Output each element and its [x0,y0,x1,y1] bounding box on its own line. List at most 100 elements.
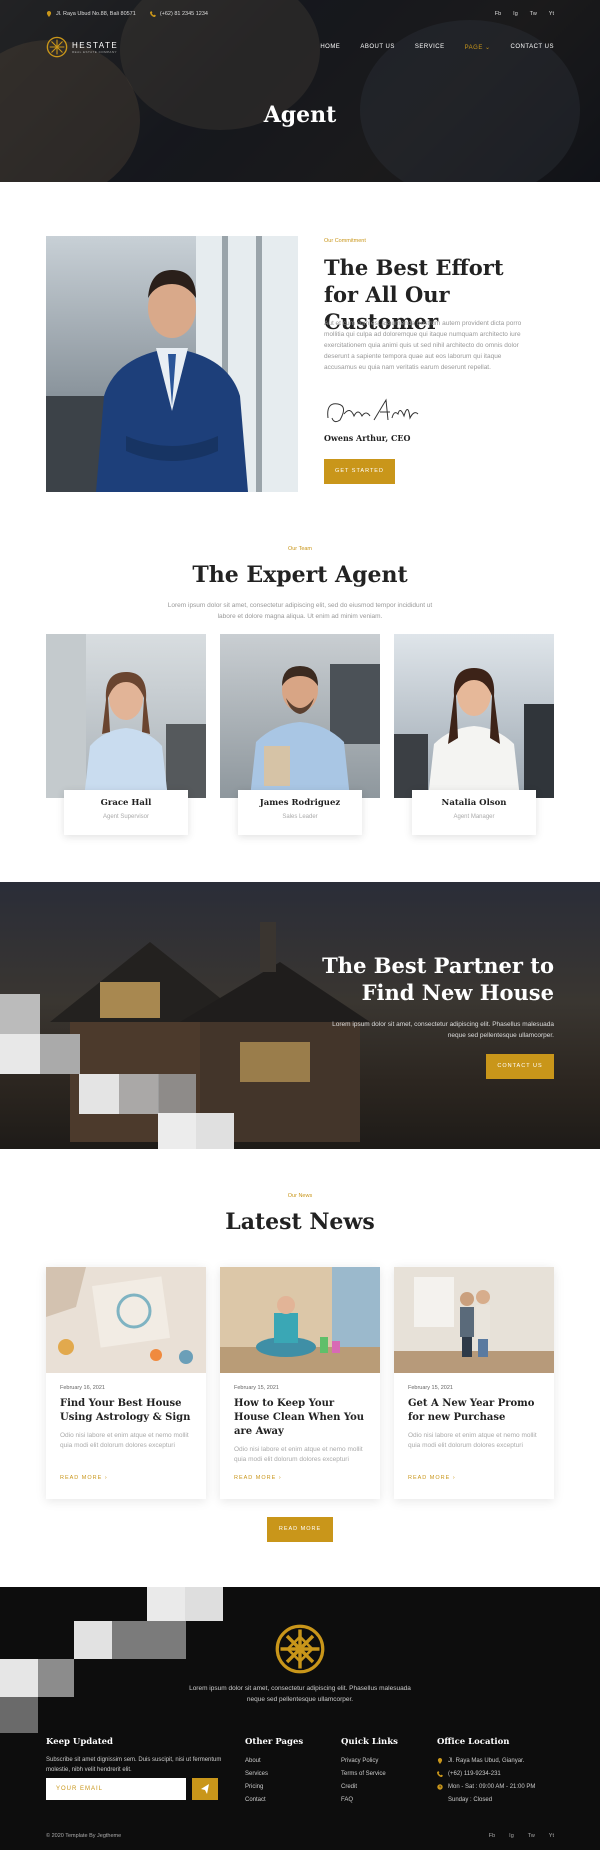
phone-icon [437,1771,443,1777]
quick-links-title: Quick Links [341,1737,398,1747]
team-section: Our Team The Expert Agent Lorem ipsum do… [0,516,600,882]
news-image [46,1267,206,1373]
news-image [220,1267,380,1373]
commitment-body: Aut et cum cum est assumenda nostrum aut… [324,320,522,371]
top-bar: Jl. Raya Ubud No.88, Bali 80571 (+62) 81… [0,0,600,28]
ceo-portrait-image [46,236,298,492]
page-title: Agent [263,102,337,128]
partner-title: The Best Partner to Find New House [322,953,554,1005]
team-eyebrow: Our Team [287,546,313,552]
partner-body: Lorem ipsum dolor sit amet, consectetur … [332,1021,554,1039]
nav-menu: HOME ABOUT US SERVICE PAGE ⌄ CONTACT US [320,44,554,51]
team-subtitle: Lorem ipsum dolor sit amet, consectetur … [167,602,433,620]
agent-photo [394,634,554,798]
chevron-right-icon: › [452,1475,456,1481]
phone-info: (+62) 81 2345 1234 [149,11,208,17]
contact-us-button[interactable]: CONTACT US [486,1054,554,1079]
agent-role: Agent Supervisor [102,814,150,820]
keep-updated-body: Subscribe sit amet dignissim sem. Duis s… [46,1757,222,1773]
footer-link-contact[interactable]: Contact [245,1794,303,1807]
brand-logo[interactable]: HESTATE REAL ESTATE COMPANY [46,36,118,58]
footer-link-about[interactable]: About [245,1755,303,1768]
news-headline[interactable]: Get A New Year Promo for new Purchase [408,1397,540,1425]
office-phone-text: (+62) 119-9234-231 [448,1771,501,1777]
get-started-button[interactable]: GET STARTED [324,459,395,484]
copyright-text: © 2020 Template By Jegtheme [46,1833,122,1839]
nav-home[interactable]: HOME [320,44,340,51]
brand-name: HESTATE [72,40,119,50]
office-address-text: Jl. Raya Mas Ubud, Gianyar. [448,1758,525,1764]
hero-section: Jl. Raya Ubud No.88, Bali 80571 (+62) 81… [0,0,600,182]
office-location-title: Office Location [437,1737,510,1747]
chevron-down-icon: ⌄ [485,44,491,51]
office-address: Jl. Raya Mas Ubud, Gianyar. [437,1755,557,1768]
agent-name: Grace Hall [100,798,152,808]
footer-link-privacy[interactable]: Privacy Policy [341,1755,398,1768]
news-excerpt: Odio nisi labore et enim atque et nemo m… [408,1432,537,1449]
commitment-eyebrow: Our Commitment [324,238,366,244]
twitter-link[interactable]: Tw [530,11,537,17]
email-input[interactable]: YOUR EMAIL [46,1778,186,1800]
news-card[interactable]: February 15, 2021 Get A New Year Promo f… [394,1267,554,1499]
news-title: Latest News [225,1209,375,1235]
news-excerpt: Odio nisi labore et enim atque et nemo m… [60,1432,189,1449]
signature-image [327,398,419,423]
phone-icon [149,11,156,17]
instagram-link[interactable]: Ig [513,11,518,17]
news-section: Our News Latest News February 16, 2021 F… [0,1149,600,1587]
team-card[interactable]: James Rodriguez Sales Leader [220,634,380,835]
office-location-column: Office Location Jl. Raya Mas Ubud, Giany… [437,1737,557,1807]
news-date: February 16, 2021 [60,1385,105,1391]
footer-link-pricing[interactable]: Pricing [245,1781,303,1794]
news-card[interactable]: February 16, 2021 Find Your Best House U… [46,1267,206,1499]
read-more-label: READ MORE [408,1475,451,1481]
news-headline[interactable]: Find Your Best House Using Astrology & S… [60,1397,192,1425]
instagram-link[interactable]: Ig [509,1833,514,1839]
office-hours: Mon - Sat : 09:00 AM - 21:00 PM Sunday :… [437,1781,557,1807]
news-excerpt: Odio nisi labore et enim atque et nemo m… [234,1446,363,1463]
read-more-label: READ MORE [60,1475,103,1481]
team-card[interactable]: Natalia Olson Agent Manager [394,634,554,835]
ceo-photo [46,236,298,492]
footer-link-terms[interactable]: Terms of Service [341,1768,398,1781]
read-more-link[interactable]: READ MORE › [408,1475,456,1481]
news-eyebrow: Our News [287,1193,313,1199]
brand-tagline: REAL ESTATE COMPANY [72,49,118,54]
top-social-links: Fb Ig Tw Yt [495,11,554,17]
agent-role: Sales Leader [282,814,318,820]
partner-banner: The Best Partner to Find New House Lorem… [0,882,600,1149]
nav-contact-us[interactable]: CONTACT US [511,44,554,51]
footer-tagline: Lorem ipsum dolor sit amet, consectetur … [189,1685,411,1703]
news-headline[interactable]: How to Keep Your House Clean When You ar… [234,1397,366,1439]
footer-logo-icon [275,1624,325,1674]
news-image [394,1267,554,1373]
agent-photo [220,634,380,798]
office-phone: (+62) 119-9234-231 [437,1768,557,1781]
send-icon [201,1784,209,1794]
read-more-link[interactable]: READ MORE › [60,1475,108,1481]
news-card[interactable]: February 15, 2021 How to Keep Your House… [220,1267,380,1499]
logo-icon [46,36,68,58]
agent-name: Natalia Olson [441,798,507,808]
nav-page[interactable]: PAGE ⌄ [465,44,491,51]
facebook-link[interactable]: Fb [489,1833,495,1839]
subscribe-button[interactable] [192,1778,218,1800]
nav-page-label: PAGE [464,44,483,51]
ceo-name: Owens Arthur, CEO [324,433,411,443]
footer-link-services[interactable]: Services [245,1768,303,1781]
youtube-link[interactable]: Yt [549,1833,554,1839]
nav-service[interactable]: SERVICE [415,44,445,51]
keep-updated-column: Keep Updated Subscribe sit amet dignissi… [46,1737,226,1775]
office-hours-text: Mon - Sat : 09:00 AM - 21:00 PM Sunday :… [448,1784,536,1803]
twitter-link[interactable]: Tw [528,1833,535,1839]
other-pages-title: Other Pages [245,1737,304,1747]
footer-link-faq[interactable]: FAQ [341,1794,398,1807]
read-more-button[interactable]: READ MORE [267,1517,333,1542]
nav-about-us[interactable]: ABOUT US [360,44,395,51]
footer-link-credit[interactable]: Credit [341,1781,398,1794]
read-more-link[interactable]: READ MORE › [234,1475,282,1481]
team-card[interactable]: Grace Hall Agent Supervisor [46,634,206,835]
facebook-link[interactable]: Fb [495,11,501,17]
youtube-link[interactable]: Yt [549,11,554,17]
location-pin-icon [437,1758,443,1764]
